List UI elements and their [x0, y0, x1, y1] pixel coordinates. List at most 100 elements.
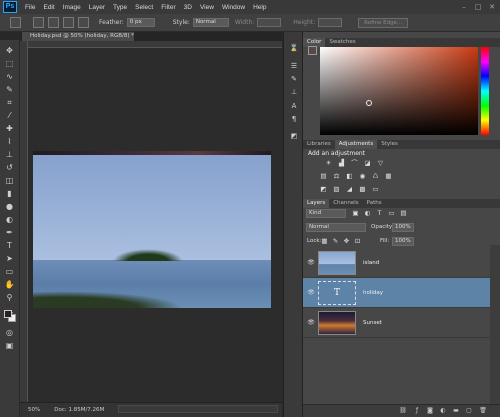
layers-scrollbar[interactable]: [490, 245, 500, 405]
move-tool-icon[interactable]: ✥: [4, 46, 15, 56]
new-layer-icon[interactable]: ▢: [465, 407, 473, 415]
tab-styles[interactable]: Styles: [377, 140, 402, 149]
history-panel-icon[interactable]: ⌛: [289, 44, 299, 53]
menu-edit[interactable]: Edit: [43, 4, 54, 11]
posterize-icon[interactable]: ▨: [332, 185, 341, 193]
menu-view[interactable]: View: [200, 4, 214, 11]
character-panel-icon[interactable]: A: [289, 102, 299, 111]
exposure-icon[interactable]: ◪: [363, 159, 372, 167]
brush-panel-icon[interactable]: ✎: [289, 75, 299, 84]
quick-select-tool-icon[interactable]: ✎: [4, 85, 15, 95]
zoom-tool-icon[interactable]: ⚲: [4, 293, 15, 303]
crop-tool-icon[interactable]: ⌗: [4, 98, 15, 108]
invert-icon[interactable]: ◩: [319, 185, 328, 193]
dodge-tool-icon[interactable]: ◐: [4, 215, 15, 225]
close-button[interactable]: ✕: [487, 3, 497, 11]
visibility-eye-icon[interactable]: 👁: [307, 319, 315, 327]
hue-slider[interactable]: [481, 47, 489, 135]
eraser-tool-icon[interactable]: ◫: [4, 176, 15, 186]
gradient-map-icon[interactable]: ▭: [371, 185, 380, 193]
healing-brush-icon[interactable]: ✚: [4, 124, 15, 134]
screen-mode-icon[interactable]: ▣: [4, 341, 15, 351]
menu-select[interactable]: Select: [135, 4, 153, 11]
image-canvas[interactable]: [33, 151, 271, 308]
tab-layers[interactable]: Layers: [303, 199, 330, 208]
path-select-tool-icon[interactable]: ➤: [4, 254, 15, 264]
layer-filter-select[interactable]: Kind: [306, 209, 346, 218]
menu-filter[interactable]: Filter: [161, 4, 175, 11]
lock-transparent-icon[interactable]: ▦: [320, 237, 329, 245]
properties-panel-icon[interactable]: ☰: [289, 62, 299, 71]
add-mask-icon[interactable]: ◙: [426, 407, 434, 415]
hue-saturation-icon[interactable]: ▤: [319, 172, 328, 180]
layer-row-holiday[interactable]: 👁 T holiday: [303, 278, 490, 308]
lasso-tool-icon[interactable]: ∿: [4, 72, 15, 82]
filter-type-icon[interactable]: T: [375, 209, 384, 217]
menu-help[interactable]: Help: [253, 4, 266, 11]
channel-mixer-icon[interactable]: ♺: [371, 172, 380, 180]
maximize-button[interactable]: □: [473, 3, 483, 11]
clone-source-panel-icon[interactable]: ⊥: [289, 88, 299, 97]
zoom-level[interactable]: 50%: [28, 407, 40, 413]
color-lookup-icon[interactable]: ▦: [384, 172, 393, 180]
photo-filter-icon[interactable]: ◉: [358, 172, 367, 180]
layer-row-island[interactable]: 👁 island: [303, 248, 490, 278]
menu-window[interactable]: Window: [222, 4, 245, 11]
horizontal-scrollbar[interactable]: [118, 405, 278, 413]
lock-image-icon[interactable]: ✎: [331, 237, 340, 245]
menu-type[interactable]: Type: [113, 4, 127, 11]
new-adjustment-layer-icon[interactable]: ◐: [439, 407, 447, 415]
lock-all-icon[interactable]: ⊡: [353, 237, 362, 245]
pen-tool-icon[interactable]: ✒: [4, 228, 15, 238]
hand-tool-icon[interactable]: ✋: [4, 280, 15, 290]
filter-pixel-icon[interactable]: ▣: [351, 209, 360, 217]
fill-input[interactable]: 100%: [392, 237, 414, 246]
new-selection-icon[interactable]: [33, 17, 44, 28]
height-input[interactable]: [318, 18, 343, 27]
gradient-tool-icon[interactable]: ▮: [4, 189, 15, 199]
visibility-eye-icon[interactable]: 👁: [307, 259, 315, 267]
type-tool-icon[interactable]: T: [4, 241, 15, 251]
shape-tool-icon[interactable]: ▭: [4, 267, 15, 277]
feather-input[interactable]: 0 px: [126, 18, 155, 27]
tab-libraries[interactable]: Libraries: [303, 140, 335, 149]
black-white-icon[interactable]: ◧: [345, 172, 354, 180]
tab-swatches[interactable]: Swatches: [325, 38, 359, 47]
color-panel-swatch[interactable]: [308, 46, 317, 55]
menu-3d[interactable]: 3D: [184, 4, 192, 11]
width-input[interactable]: [257, 18, 282, 27]
color-balance-icon[interactable]: ⚖: [332, 172, 341, 180]
menu-image[interactable]: Image: [63, 4, 81, 11]
marquee-tool-preset-icon[interactable]: [10, 17, 21, 28]
style-select[interactable]: Normal: [192, 18, 229, 27]
color-picker-field[interactable]: [320, 47, 478, 135]
link-layers-icon[interactable]: ⛓: [399, 407, 407, 415]
quick-mask-icon[interactable]: ◎: [4, 328, 15, 338]
layer-style-icon[interactable]: ƒ: [413, 407, 421, 415]
brightness-contrast-icon[interactable]: ☀: [324, 159, 333, 167]
delete-layer-icon[interactable]: 🗑: [479, 407, 487, 415]
history-brush-icon[interactable]: ↺: [4, 163, 15, 173]
refine-edge-button[interactable]: Refine Edge...: [358, 17, 409, 28]
clone-stamp-icon[interactable]: ⊥: [4, 150, 15, 160]
eyedropper-tool-icon[interactable]: ⁄: [4, 111, 15, 121]
threshold-icon[interactable]: ◢: [345, 185, 354, 193]
brush-tool-icon[interactable]: ⌇: [4, 137, 15, 147]
color-picker-cursor[interactable]: [366, 100, 372, 106]
foreground-color-swatch[interactable]: [4, 310, 12, 318]
filter-shape-icon[interactable]: ▭: [387, 209, 396, 217]
filter-smart-object-icon[interactable]: ▤: [399, 209, 408, 217]
new-group-icon[interactable]: ▬: [452, 407, 460, 415]
intersect-selection-icon[interactable]: [78, 17, 89, 28]
tab-adjustments[interactable]: Adjustments: [334, 140, 378, 149]
blend-mode-select[interactable]: Normal: [306, 223, 366, 232]
add-to-selection-icon[interactable]: [48, 17, 59, 28]
curves-icon[interactable]: ⌒: [350, 159, 359, 167]
lock-position-icon[interactable]: ✥: [342, 237, 351, 245]
levels-icon[interactable]: ▟: [337, 159, 346, 167]
visibility-eye-icon[interactable]: 👁: [307, 289, 315, 297]
filter-adjustment-icon[interactable]: ◐: [363, 209, 372, 217]
tab-channels[interactable]: Channels: [329, 199, 362, 208]
vibrance-icon[interactable]: ▽: [376, 159, 385, 167]
menu-file[interactable]: File: [25, 4, 35, 11]
